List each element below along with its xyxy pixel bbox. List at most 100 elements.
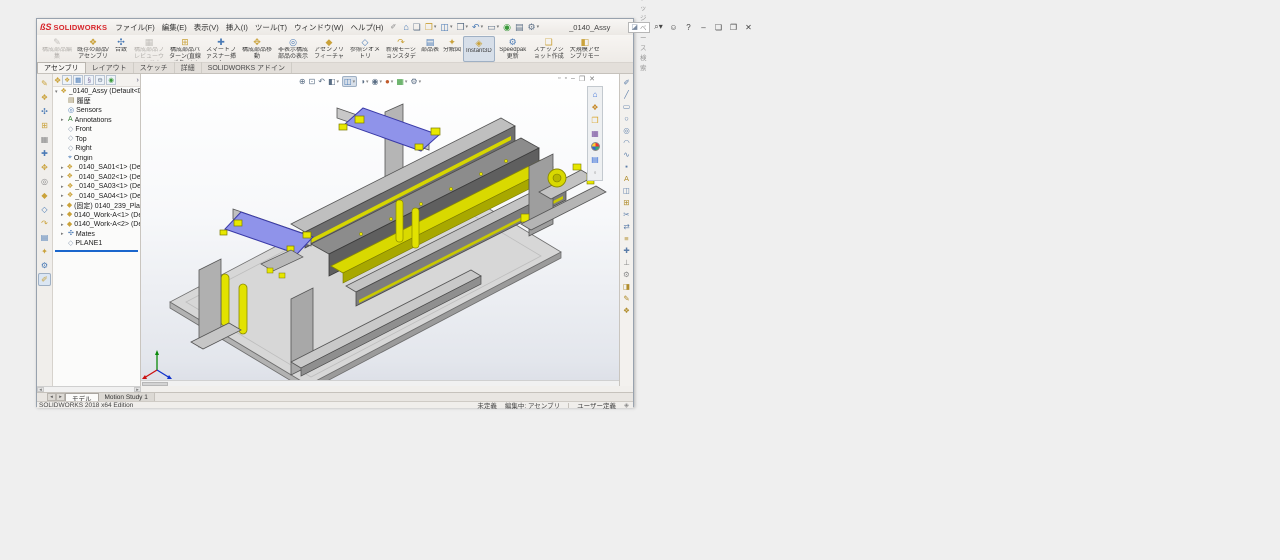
sketch-tool-button-offset-entities[interactable]: ≡ xyxy=(621,232,633,244)
ribbon-button-instant3d[interactable]: ◈ Instant3D xyxy=(463,36,495,62)
tree-row[interactable]: ▸ A Annotations xyxy=(53,116,140,126)
sketch-tool-button-quick-snaps[interactable]: ◨ xyxy=(621,280,633,292)
quick-tool-button-rebuild[interactable]: ◉ xyxy=(503,23,511,32)
menu-item[interactable]: ウィンドウ(W) xyxy=(294,22,344,33)
task-pane-tab-appearances-tab[interactable] xyxy=(589,141,601,152)
menu-item[interactable]: ヘルプ(H) xyxy=(351,22,384,33)
menu-item[interactable]: ツール(T) xyxy=(255,22,287,33)
restore-button[interactable]: ❐ xyxy=(729,23,739,32)
expand-arrow-icon[interactable]: ▸ xyxy=(61,174,65,180)
expand-arrow-icon[interactable]: ▸ xyxy=(61,222,65,228)
pin-menu-icon[interactable]: ✐ xyxy=(390,23,396,31)
left-tool-button-mate[interactable]: ✣ xyxy=(38,105,51,118)
task-pane-tab-custom-properties-tab[interactable]: ▤ xyxy=(589,154,601,165)
sketch-tool-button-modify-sketch[interactable]: ❖ xyxy=(621,304,633,316)
sketch-tool-button-sketch-picture[interactable]: ✎ xyxy=(621,292,633,304)
dimxpert-tab[interactable]: ⊖ xyxy=(95,75,105,85)
left-tool-button-exploded-view[interactable]: ✦ xyxy=(38,245,51,258)
command-tab[interactable]: SOLIDWORKS アドイン xyxy=(202,62,292,73)
sketch-tool-button-arc[interactable]: ◠ xyxy=(621,136,633,148)
sketch-tool-button-ellipse[interactable]: ◎ xyxy=(621,124,633,136)
left-tool-button-linear-component-pattern[interactable]: ⊞ xyxy=(38,119,51,132)
display-manager-tab[interactable]: ◉ xyxy=(106,75,116,85)
hud-button-section-view[interactable]: ◧ ▾ xyxy=(328,77,339,86)
ribbon-button-large-assembly-mode[interactable]: ◧ 大規模アセンブリモード xyxy=(567,36,603,62)
sketch-tool-button-smart-dimension[interactable]: ✐ xyxy=(621,76,633,88)
tag-icon[interactable]: ◈ xyxy=(624,401,629,409)
expand-arrow-icon[interactable]: ▸ xyxy=(61,212,65,218)
quick-tool-button-home[interactable]: ⌂ xyxy=(403,23,408,32)
task-pane-tab-file-explorer-tab[interactable]: ❐ xyxy=(589,115,601,126)
expand-arrow-icon[interactable]: ▸ xyxy=(61,193,65,199)
sketch-tool-button-move-entities[interactable]: ✚ xyxy=(621,244,633,256)
task-pane-tab-more-tab[interactable]: ◦ xyxy=(589,167,601,178)
task-pane-tab-design-library-tab[interactable]: ❖ xyxy=(589,102,601,113)
sketch-tool-button-mirror-entities[interactable]: ◫ xyxy=(621,184,633,196)
help-button[interactable]: ? xyxy=(684,23,694,32)
tree-row[interactable]: ▸ ◆ 0140_Work-A<2> (Default) xyxy=(53,220,140,230)
left-tool-button-speedpak[interactable]: ⚙ xyxy=(38,259,51,272)
ribbon-button-new-motion-study[interactable]: ↷ 新規モーションスタディ xyxy=(383,36,419,62)
graphics-viewport[interactable]: ⊕ ⊡ ↶ ◧ ▾ ◫ ▾ xyxy=(141,74,620,386)
task-pane-tab-view-palette-tab[interactable]: ▦ xyxy=(589,128,601,139)
quick-tool-button-save[interactable]: ◫ ▾ xyxy=(440,23,452,32)
left-tool-button-reference-geometry[interactable]: ◇ xyxy=(38,203,51,216)
ribbon-button-assembly-features[interactable]: ◆ アセンブリフィーチャー xyxy=(311,36,347,62)
sketch-tool-button-display-relations[interactable]: ⊥ xyxy=(621,256,633,268)
menu-item[interactable]: 挿入(I) xyxy=(226,22,248,33)
sketch-tool-button-pattern-entities[interactable]: ⊞ xyxy=(621,196,633,208)
quick-tool-button-undo[interactable]: ↶ ▾ xyxy=(472,23,483,32)
quick-tool-button-open-document[interactable]: ❐ ▾ xyxy=(425,23,437,32)
command-tab[interactable]: レイアウト xyxy=(86,62,134,73)
bottom-tab[interactable]: モデル xyxy=(65,393,99,401)
ribbon-button-move-component[interactable]: ✥ 構成部品移動 xyxy=(239,36,275,62)
hud-button-view-settings[interactable]: ⚙ ▾ xyxy=(410,77,421,86)
ribbon-button-component-preview-window[interactable]: ▦ 構成部品プレビューウィンドウ xyxy=(131,36,167,62)
tree-row[interactable]: ▸ ◇ Right xyxy=(53,144,140,154)
left-tool-button-component-preview[interactable]: ▦ xyxy=(38,133,51,146)
unit-system[interactable]: ユーザー定義 xyxy=(577,400,616,410)
hud-button-hide-show-items[interactable]: ◉ ▾ xyxy=(371,77,382,86)
property-manager-tab[interactable]: ▦ xyxy=(73,75,83,85)
feature-manager-tab[interactable]: ❖ xyxy=(62,75,72,85)
tree-row[interactable]: ▸ ❖ _0140_SA04<1> (Default) xyxy=(53,192,140,202)
doc-window-button-split-window-icon[interactable]: ▫ xyxy=(564,75,566,83)
sketch-tool-button-point[interactable]: ▪ xyxy=(621,160,633,172)
quick-tool-button-options[interactable]: ⚙ ▾ xyxy=(528,23,540,32)
sketch-tool-button-convert-entities[interactable]: ⇄ xyxy=(621,220,633,232)
close-button[interactable]: ✕ xyxy=(744,23,754,32)
menu-item[interactable]: 表示(V) xyxy=(194,22,219,33)
hud-button-zoom-fit[interactable]: ⊕ xyxy=(299,77,306,86)
sketch-tool-button-circle[interactable]: ○ xyxy=(621,112,633,124)
hud-button-zoom-area[interactable]: ⊡ xyxy=(309,77,316,86)
expand-arrow-icon[interactable]: ▸ xyxy=(61,231,66,237)
task-pane-tab-home-tab[interactable]: ⌂ xyxy=(589,89,601,100)
tree-row[interactable]: ▸ ❖ _0140_SA01<1> (Default<D xyxy=(53,163,140,173)
left-tool-button-assembly-features[interactable]: ◆ xyxy=(38,189,51,202)
expand-arrow-icon[interactable]: ▸ xyxy=(61,203,65,209)
doc-window-button-minimize-doc-button[interactable]: – xyxy=(571,75,575,83)
ribbon-button-take-snapshot[interactable]: ❑ スナップショット作成 xyxy=(531,36,567,62)
expand-arrow-icon[interactable]: ▸ xyxy=(61,184,65,190)
tree-row[interactable]: ▸ ◆ 0140_Work-A<1> (Default) xyxy=(53,211,140,221)
quick-tool-button-file-properties[interactable]: ▤ xyxy=(515,23,524,32)
ribbon-button-bill-of-materials[interactable]: ▤ 部品表 xyxy=(419,36,441,62)
tree-row[interactable]: ▸ ⌖ Origin xyxy=(53,154,140,164)
ribbon-button-mate[interactable]: ✣ 合致 xyxy=(111,36,131,62)
left-tool-button-new-motion-study[interactable]: ↷ xyxy=(38,217,51,230)
hud-button-edit-appearance[interactable]: ● ▾ xyxy=(385,77,393,86)
sketch-tool-button-trim-entities[interactable]: ✂ xyxy=(621,208,633,220)
hud-button-previous-view[interactable]: ↶ xyxy=(318,77,325,86)
doc-window-button-restore-doc-button[interactable]: ❐ xyxy=(579,75,585,83)
quick-tool-button-print[interactable]: ❒ ▾ xyxy=(456,23,468,32)
ribbon-button-speedpak-update[interactable]: ⚙ Speedpak更新 xyxy=(495,36,531,62)
ribbon-button-exploded-view[interactable]: ✦ 分解図 xyxy=(441,36,463,62)
hud-button-apply-scene[interactable]: ▦ ▾ xyxy=(396,77,407,86)
sketch-tool-button-line[interactable]: ╱ xyxy=(621,88,633,100)
configuration-manager-tab[interactable]: § xyxy=(84,75,94,85)
user-login-icon[interactable]: ☺ xyxy=(669,23,679,32)
ribbon-button-insert-components[interactable]: ❖ 既存の部品/アセンブリ xyxy=(75,36,111,62)
tree-row[interactable]: ▸ ▤ 履歴 xyxy=(53,97,140,107)
expand-arrow-icon[interactable]: ▸ xyxy=(61,165,65,171)
command-tab[interactable]: スケッチ xyxy=(134,62,175,73)
